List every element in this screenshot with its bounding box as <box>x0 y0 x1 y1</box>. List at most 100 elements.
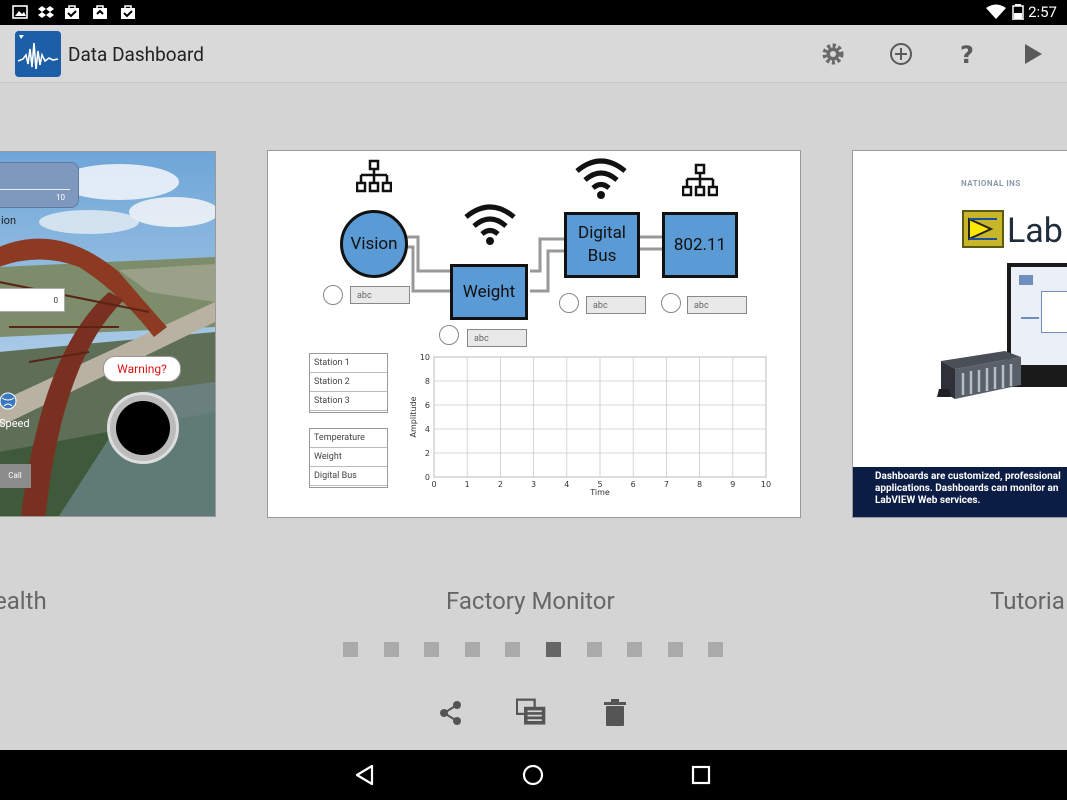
svg-text:?: ? <box>960 41 974 69</box>
node-digital-bus[interactable]: Digital Bus <box>564 212 640 278</box>
brand-small-text: NATIONAL INS <box>961 179 1021 188</box>
card-label-tutorial[interactable]: Tutoria <box>990 587 1065 615</box>
page-dot[interactable] <box>587 642 602 657</box>
brand-big-text: Lab <box>1007 211 1063 251</box>
x-tick-label: 1 <box>465 480 470 489</box>
page-dot[interactable] <box>465 642 480 657</box>
list-item[interactable]: Weight <box>310 448 387 467</box>
tutorial-caption-band: Dashboards are customized, professional … <box>853 467 1067 517</box>
battery-icon <box>1012 4 1024 20</box>
y-tick-label: 8 <box>425 377 430 386</box>
x-tick-label: 8 <box>697 480 702 489</box>
store-notification-icon-3 <box>121 5 135 19</box>
app-bar: Data Dashboard ? <box>0 25 1067 83</box>
wifi-icon <box>986 4 1006 19</box>
clock: 2:57 <box>1028 3 1057 21</box>
call-button[interactable]: Call <box>0 464 31 488</box>
gauge-widget: 10 <box>0 162 79 208</box>
text-field-weight[interactable]: abc <box>467 329 527 347</box>
add-icon[interactable] <box>886 39 916 69</box>
speed-label: Speed <box>0 417 30 430</box>
list-item[interactable]: Station 3 <box>310 392 387 411</box>
navigation-bar <box>0 750 1067 800</box>
node-802-11[interactable]: 802.11 <box>662 212 738 278</box>
x-tick-label: 0 <box>431 480 436 489</box>
amplitude-chart: 0 1 2 3 4 5 6 7 8 9 10 10 8 6 4 2 0 Time Amplitude <box>408 351 788 501</box>
dashboard-card-tutorial[interactable]: NATIONAL INS Lab Dashboards are customiz… <box>852 150 1067 518</box>
card-label-health[interactable]: ealth <box>0 587 47 615</box>
list-item[interactable]: Digital Bus <box>310 467 387 486</box>
y-tick-label: 4 <box>425 425 430 434</box>
app-title: Data Dashboard <box>68 43 204 66</box>
page-dot[interactable] <box>546 642 561 657</box>
page-dot[interactable] <box>505 642 520 657</box>
indicator-led-vision <box>323 285 343 305</box>
text-field-digital-bus[interactable]: abc <box>586 296 646 314</box>
card-label-factory-monitor[interactable]: Factory Monitor <box>446 587 615 615</box>
store-notification-icon <box>65 5 79 19</box>
gauge-max-label: 10 <box>56 193 65 202</box>
node-weight[interactable]: Weight <box>450 264 528 320</box>
home-icon[interactable] <box>520 762 546 788</box>
measurement-list[interactable]: Temperature Weight Digital Bus <box>309 428 388 488</box>
y-axis-label: Amplitude <box>409 396 418 437</box>
dashboard-card-health[interactable]: 10 ion 0 Warning? Speed Call <box>0 151 216 517</box>
list-item[interactable]: Station 2 <box>310 373 387 392</box>
help-icon[interactable]: ? <box>952 39 982 69</box>
numeric-input[interactable]: 0 <box>0 288 65 312</box>
page-dot[interactable] <box>708 642 723 657</box>
page-dot[interactable] <box>343 642 358 657</box>
node-vision[interactable]: Vision <box>340 210 408 278</box>
warning-indicator: Warning? <box>103 356 181 382</box>
play-icon[interactable] <box>1018 39 1048 69</box>
indicator-led-802-11 <box>661 293 681 313</box>
x-tick-label: 9 <box>730 480 735 489</box>
image-notification-icon <box>12 5 28 19</box>
text-field-802-11[interactable]: abc <box>687 296 747 314</box>
back-icon[interactable] <box>352 762 378 788</box>
wifi-signal-icon-2 <box>575 158 627 199</box>
indicator-led-digital-bus <box>559 293 579 313</box>
x-tick-label: 3 <box>531 480 536 489</box>
settings-icon[interactable] <box>818 39 848 69</box>
dropbox-notification-icon <box>38 6 54 18</box>
page-dot[interactable] <box>384 642 399 657</box>
x-tick-label: 10 <box>761 480 771 489</box>
wired-network-icon <box>356 159 392 193</box>
y-tick-label: 6 <box>425 401 430 410</box>
x-tick-label: 2 <box>498 480 503 489</box>
delete-icon[interactable] <box>599 697 631 729</box>
wired-network-icon-2 <box>682 163 718 197</box>
list-item[interactable]: Temperature <box>310 429 387 448</box>
x-tick-label: 6 <box>631 480 636 489</box>
page-dot[interactable] <box>668 642 683 657</box>
caption-line-1: Dashboards are customized, professional <box>875 471 1061 482</box>
x-axis-label: Time <box>589 488 610 497</box>
page-dot[interactable] <box>627 642 642 657</box>
x-tick-label: 4 <box>564 480 569 489</box>
list-item[interactable]: Station 1 <box>310 354 387 373</box>
recent-apps-icon[interactable] <box>688 762 714 788</box>
indicator-led-weight <box>439 325 459 345</box>
duplicate-icon[interactable] <box>516 697 548 729</box>
status-bar: 2:57 <box>0 0 1067 25</box>
caption-line-2: applications. Dashboards can monitor an <box>875 483 1059 494</box>
app-logo <box>15 31 61 77</box>
chart-plot: 0 1 2 3 4 5 6 7 8 9 101086420TimeAmplitude <box>409 353 771 497</box>
warning-led <box>107 392 179 464</box>
hardware-chassis-icon <box>935 349 1023 401</box>
x-tick-label: 7 <box>664 480 669 489</box>
y-tick-label: 2 <box>425 449 430 458</box>
share-icon[interactable] <box>435 697 467 729</box>
text-fragment: ion <box>1 214 17 227</box>
dashboard-card-factory-monitor[interactable]: Vision Weight Digital Bus 802.11 abc abc… <box>267 150 801 518</box>
station-list[interactable]: Station 1 Station 2 Station 3 <box>309 353 388 413</box>
y-tick-label: 10 <box>420 353 430 362</box>
text-field-vision[interactable]: abc <box>350 286 410 304</box>
store-notification-icon-2 <box>93 5 107 19</box>
caption-line-3: LabVIEW Web services. <box>875 495 981 506</box>
globe-icon <box>0 390 17 412</box>
wifi-signal-icon <box>464 204 516 245</box>
labview-logo-icon <box>961 209 1005 249</box>
page-dot[interactable] <box>424 642 439 657</box>
